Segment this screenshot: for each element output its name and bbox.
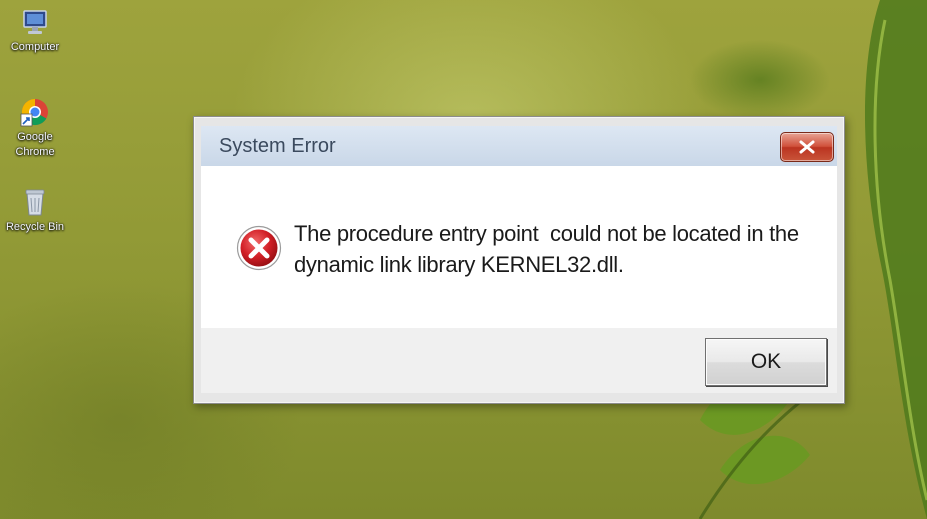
dialog-content: The procedure entry point could not be l… [201, 166, 837, 328]
dialog-button-area: OK [201, 328, 837, 393]
desktop-icon-label: Recycle Bin [5, 221, 65, 233]
error-message: The procedure entry point could not be l… [294, 221, 805, 277]
ok-button[interactable]: OK [705, 338, 827, 386]
desktop-icon-chrome[interactable]: Google Chrome [0, 96, 70, 160]
desktop-icon-computer[interactable]: Computer [0, 6, 70, 55]
error-icon [236, 225, 282, 271]
desktop-icon-label: Google Chrome [15, 131, 55, 158]
computer-icon [19, 6, 51, 38]
desktop-icon-recycle-bin[interactable]: Recycle Bin [0, 186, 70, 235]
chrome-icon [19, 96, 51, 128]
dialog-title: System Error [219, 135, 336, 157]
dialog-titlebar[interactable]: System Error [201, 126, 837, 166]
close-icon [799, 140, 815, 154]
desktop-icon-label: Computer [10, 41, 60, 53]
recycle-bin-icon [19, 186, 51, 218]
system-error-dialog: System Error The procedure entry point c… [193, 116, 845, 404]
close-button[interactable] [780, 132, 834, 162]
